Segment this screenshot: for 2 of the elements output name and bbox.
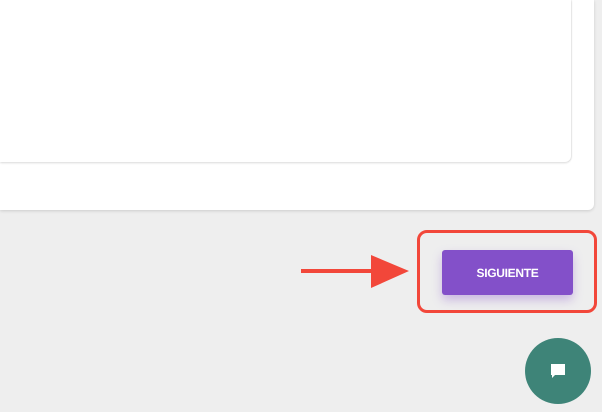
chat-bubble-icon — [549, 362, 567, 380]
next-button[interactable]: SIGUIENTE — [442, 250, 573, 295]
